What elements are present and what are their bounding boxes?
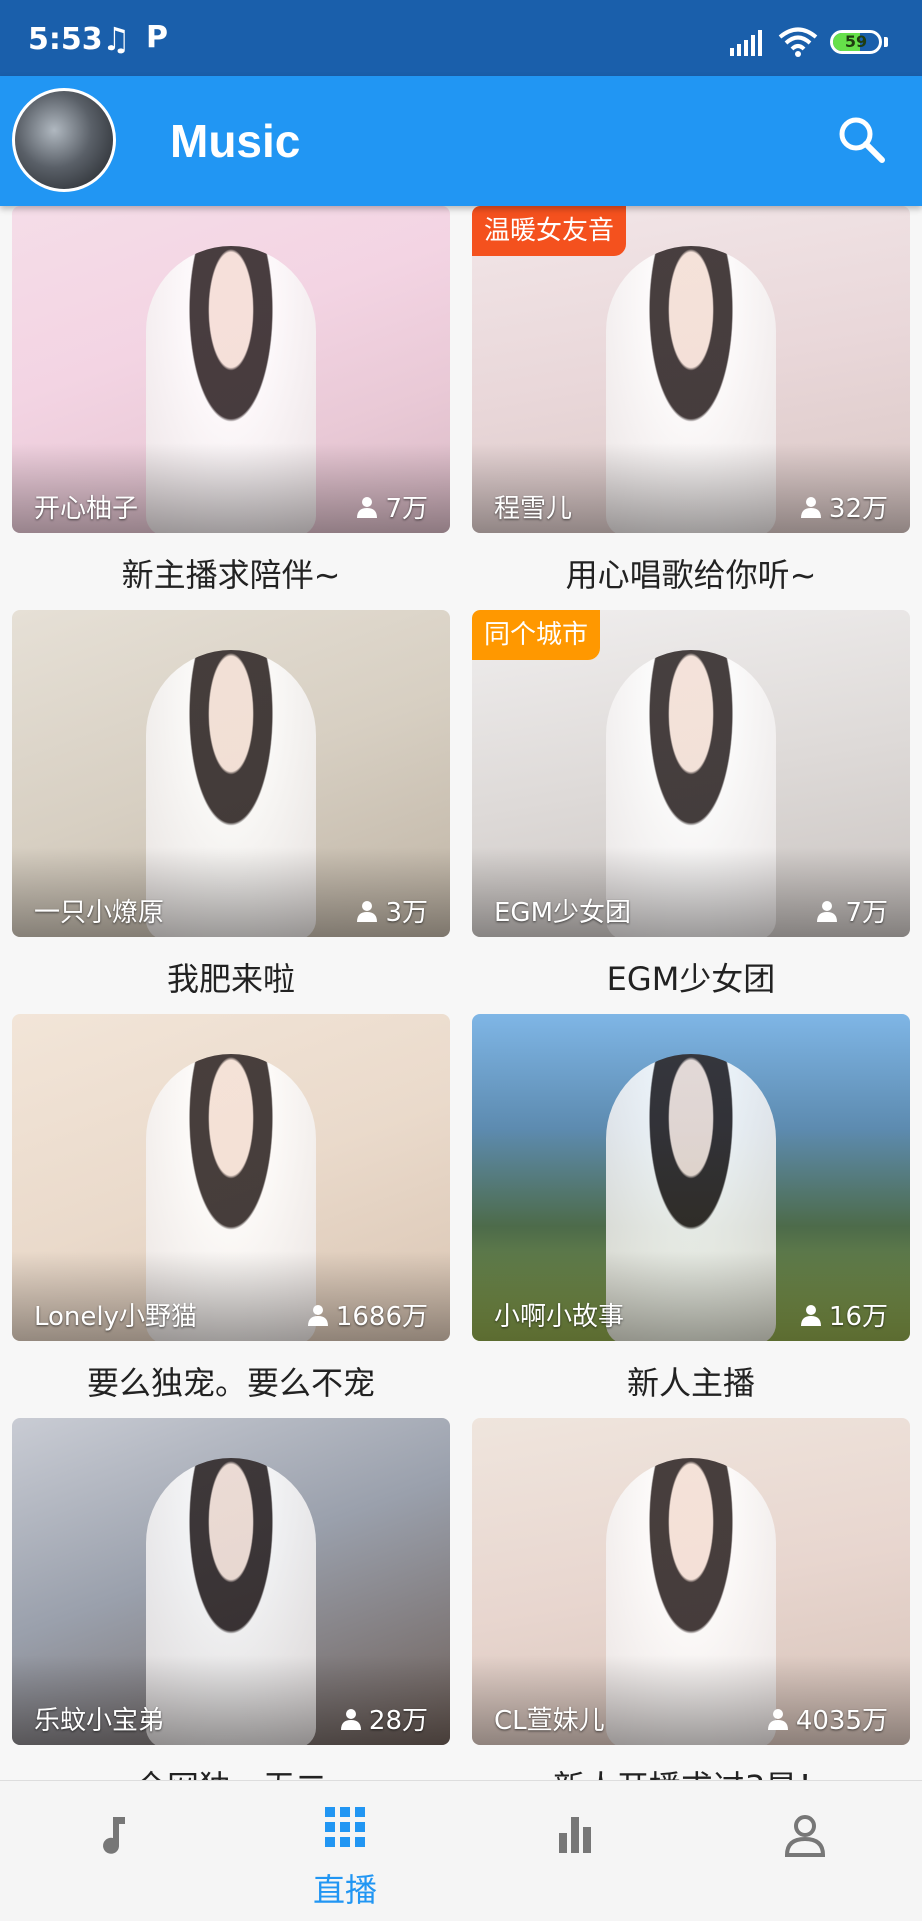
stream-tag-badge: 温暖女友音	[472, 206, 627, 256]
viewer-count: 32万	[799, 488, 888, 525]
viewer-count: 7万	[355, 488, 428, 525]
wifi-icon	[778, 27, 818, 57]
stream-thumbnail[interactable]: 同个城市 EGM少女团 7万	[472, 610, 910, 937]
viewer-count: 16万	[799, 1296, 888, 1333]
viewer-count: 7万	[815, 892, 888, 929]
battery-nub	[884, 37, 888, 47]
person-icon	[784, 1815, 826, 1857]
stream-card[interactable]: 同个城市 EGM少女团 7万 EGM少女团	[472, 610, 910, 1019]
stream-title: 全网独一无二	[12, 1762, 450, 1780]
stream-title: 我肥来啦	[166, 960, 295, 998]
viewer-icon	[800, 1304, 821, 1326]
streamer-figure	[606, 1458, 776, 1745]
host-name: 一只小燎原	[34, 898, 165, 928]
viewer-count: 3万	[355, 892, 428, 929]
stream-thumbnail[interactable]: 开心柚子 7万	[12, 206, 450, 533]
viewer-count-text: 7万	[845, 898, 888, 928]
viewer-count-text: 4035万	[795, 1706, 888, 1736]
stream-thumbnail[interactable]: 小啊小故事 16万	[472, 1014, 910, 1341]
host-name: 乐蚊小宝弟	[34, 1706, 165, 1736]
stream-thumbnail[interactable]: 乐蚊小宝弟 28万	[12, 1418, 450, 1745]
status-bar: 5:53 ♫ P 59	[0, 0, 922, 76]
streamer-figure	[146, 650, 316, 937]
stream-card[interactable]: 开心柚子 7万新主播求陪伴~	[12, 206, 450, 615]
signal-icon	[730, 30, 762, 56]
stream-title: EGM少女团	[606, 960, 776, 998]
viewer-count-text: 16万	[828, 1302, 888, 1332]
stream-title: 用心唱歌给你听~	[565, 556, 817, 594]
streamer-figure	[606, 1054, 776, 1341]
music-note-icon	[103, 1817, 125, 1854]
viewer-count-text: 7万	[385, 494, 428, 524]
viewer-count: 1686万	[306, 1296, 428, 1333]
viewer-count: 4035万	[766, 1700, 888, 1737]
page-title: Music	[170, 115, 301, 167]
host-name: CL萱妹儿	[494, 1706, 605, 1736]
tab-music[interactable]	[0, 1781, 230, 1921]
stream-card[interactable]: 温暖女友音程雪儿 32万用心唱歌给你听~	[472, 206, 910, 615]
stream-title: 新主播求陪伴~	[121, 556, 341, 594]
bottom-nav: 直播	[0, 1780, 922, 1921]
stream-card[interactable]: 乐蚊小宝弟 28万全网独一无二	[12, 1418, 450, 1780]
streamer-figure	[146, 246, 316, 533]
p-notification-icon: P	[146, 20, 168, 55]
stream-thumbnail[interactable]: Lonely小野猫 1686万	[12, 1014, 450, 1341]
tab-live-label: 直播	[312, 1871, 377, 1909]
stream-title: 新人开播求过3星！	[472, 1762, 910, 1780]
streamer-figure	[606, 246, 776, 533]
viewer-icon	[357, 900, 378, 922]
stream-title: 要么独宠。要么不宠	[86, 1364, 375, 1402]
tab-profile[interactable]	[690, 1781, 920, 1921]
host-name: 小啊小故事	[494, 1302, 625, 1332]
viewer-icon	[340, 1708, 361, 1730]
viewer-icon	[357, 496, 378, 518]
streamer-figure	[606, 650, 776, 937]
status-time: 5:53	[28, 22, 103, 57]
host-name: Lonely小野猫	[34, 1302, 198, 1332]
stream-thumbnail[interactable]: 一只小燎原 3万	[12, 610, 450, 937]
host-name: 开心柚子	[34, 494, 139, 524]
battery-level: 59	[844, 32, 868, 51]
stream-card[interactable]: CL萱妹儿 4035万新人开播求过3星！	[472, 1418, 910, 1780]
viewer-icon	[817, 900, 838, 922]
stream-card[interactable]: 小啊小故事 16万新人主播	[472, 1014, 910, 1423]
viewer-count: 28万	[339, 1700, 428, 1737]
viewer-icon	[800, 496, 821, 518]
grid-icon	[325, 1807, 365, 1847]
chart-icon	[559, 1817, 591, 1853]
viewer-count-text: 32万	[828, 494, 888, 524]
tab-charts[interactable]	[460, 1781, 690, 1921]
stream-title: 新人主播	[626, 1364, 755, 1402]
tab-live[interactable]: 直播	[230, 1781, 460, 1921]
streamer-figure	[146, 1458, 316, 1745]
search-icon[interactable]	[836, 114, 888, 166]
host-name: EGM少女团	[494, 898, 632, 928]
music-notification-icon: ♫	[102, 20, 131, 58]
avatar[interactable]	[12, 88, 116, 192]
viewer-count-text: 1686万	[335, 1302, 428, 1332]
viewer-count-text: 3万	[385, 898, 428, 928]
stream-tag-badge: 同个城市	[472, 610, 601, 660]
stream-thumbnail[interactable]: 温暖女友音程雪儿 32万	[472, 206, 910, 533]
stream-card[interactable]: 一只小燎原 3万我肥来啦	[12, 610, 450, 1019]
viewer-count-text: 28万	[368, 1706, 428, 1736]
stream-thumbnail[interactable]: CL萱妹儿 4035万	[472, 1418, 910, 1745]
viewer-icon	[307, 1304, 328, 1326]
battery-icon: 59	[830, 30, 882, 54]
stream-grid: 开心柚子 7万 新主播求陪伴~ 温暖女友音 程雪儿 32万 用心唱歌给你听~ 一只小燎原 3万我…	[0, 206, 922, 1780]
host-name: 程雪儿	[494, 494, 573, 524]
app-bar: Music	[0, 76, 922, 206]
viewer-icon	[767, 1708, 788, 1730]
stream-card[interactable]: Lonely小野猫 1686万要么独宠。要么不宠	[12, 1014, 450, 1423]
